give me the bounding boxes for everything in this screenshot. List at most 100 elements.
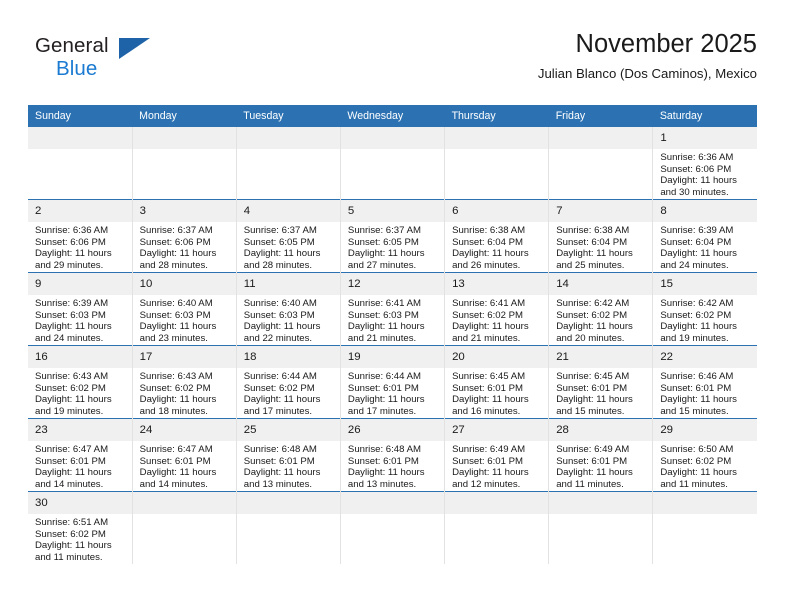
sunset-text: Sunset: 6:06 PM [660, 163, 732, 175]
calendar-cell-day[interactable]: 1 Sunrise: 6:36 AM Sunset: 6:06 PM Daylight… [652, 127, 757, 200]
sunset-text: Sunset: 6:03 PM [139, 309, 211, 321]
daylight-text-line2: and 29 minutes. [35, 259, 104, 271]
calendar-cell-day[interactable]: 19 Sunrise: 6:44 AM Sunset: 6:01 PM Dayligh… [340, 345, 446, 419]
day-number: 23 [28, 419, 132, 441]
calendar-cell-day[interactable]: 27 Sunrise: 6:49 AM Sunset: 6:01 PM Dayligh… [444, 418, 550, 492]
calendar-cell-inner: 28 Sunrise: 6:49 AM Sunset: 6:01 PM Dayligh… [549, 419, 653, 491]
sunrise-text: Sunrise: 6:36 AM [660, 152, 734, 163]
calendar-cell-day[interactable]: 8 Sunrise: 6:39 AM Sunset: 6:04 PM Daylight… [652, 199, 757, 273]
calendar-cell-day[interactable]: 10 Sunrise: 6:40 AM Sunset: 6:03 PM Dayligh… [132, 272, 237, 346]
day-number: 29 [653, 419, 757, 441]
daylight-text-line1: Daylight: 11 hours [243, 248, 321, 260]
calendar-cell-day[interactable]: 15 Sunrise: 6:42 AM Sunset: 6:02 PM Dayligh… [652, 272, 757, 346]
day-details: Sunrise: 6:43 AM Sunset: 6:02 PM Daylight:… [133, 368, 236, 417]
daylight-text-line2: and 19 minutes. [660, 332, 729, 344]
calendar-cell-day[interactable]: 17 Sunrise: 6:43 AM Sunset: 6:02 PM Dayligh… [132, 345, 237, 419]
day-number [132, 492, 236, 514]
calendar-cell-day[interactable]: 6 Sunrise: 6:38 AM Sunset: 6:04 PM Daylight… [444, 199, 550, 273]
calendar-cell-day[interactable]: 24 Sunrise: 6:47 AM Sunset: 6:01 PM Dayligh… [132, 418, 237, 492]
calendar-cell-day[interactable]: 20 Sunrise: 6:45 AM Sunset: 6:01 PM Dayligh… [444, 345, 550, 419]
logo-text-general: General [35, 34, 109, 57]
calendar-cell-day[interactable]: 11 Sunrise: 6:40 AM Sunset: 6:03 PM Dayligh… [236, 272, 341, 346]
calendar-cell-day[interactable]: 18 Sunrise: 6:44 AM Sunset: 6:02 PM Dayligh… [236, 345, 341, 419]
day-details: Sunrise: 6:46 AM Sunset: 6:01 PM Daylight:… [653, 368, 757, 417]
sunset-text: Sunset: 6:02 PM [139, 382, 211, 394]
daylight-text-line1: Daylight: 11 hours [556, 394, 633, 406]
calendar-cell-day[interactable]: 26 Sunrise: 6:48 AM Sunset: 6:01 PM Dayligh… [340, 418, 446, 492]
day-number: 6 [445, 200, 549, 222]
daylight-text-line2: and 12 minutes. [452, 478, 521, 490]
calendar-cell-day[interactable]: 7 Sunrise: 6:38 AM Sunset: 6:04 PM Daylight… [548, 199, 654, 273]
daylight-text-line1: Daylight: 11 hours [452, 467, 529, 479]
general-blue-logo[interactable]: General Blue [35, 34, 245, 92]
daylight-text-line2: and 15 minutes. [660, 405, 729, 417]
calendar-cell-day[interactable]: 9 Sunrise: 6:39 AM Sunset: 6:03 PM Daylight… [28, 272, 133, 346]
calendar-cell-day[interactable]: 22 Sunrise: 6:46 AM Sunset: 6:01 PM Dayligh… [652, 345, 757, 419]
calendar-cell-day[interactable]: 29 Sunrise: 6:50 AM Sunset: 6:02 PM Dayligh… [652, 418, 757, 492]
calendar-cell-inner [445, 492, 549, 564]
sunset-text: Sunset: 6:02 PM [243, 382, 315, 394]
daylight-text-line1: Daylight: 11 hours [35, 394, 112, 406]
sunrise-text: Sunrise: 6:37 AM [139, 225, 213, 236]
sunrise-text: Sunrise: 6:44 AM [347, 371, 421, 382]
calendar-cell-day[interactable]: 25 Sunrise: 6:48 AM Sunset: 6:01 PM Dayligh… [236, 418, 341, 492]
calendar-cell-day[interactable]: 4 Sunrise: 6:37 AM Sunset: 6:05 PM Daylight… [236, 199, 341, 273]
daylight-text-line2: and 24 minutes. [35, 332, 104, 344]
sunset-text: Sunset: 6:01 PM [243, 455, 315, 467]
sunrise-text: Sunrise: 6:49 AM [556, 444, 630, 455]
calendar-cell-day[interactable]: 21 Sunrise: 6:45 AM Sunset: 6:01 PM Dayligh… [548, 345, 654, 419]
day-number: 28 [549, 419, 653, 441]
calendar-cell-day[interactable]: 14 Sunrise: 6:42 AM Sunset: 6:02 PM Dayligh… [548, 272, 654, 346]
day-number [445, 492, 549, 514]
sunrise-text: Sunrise: 6:47 AM [139, 444, 213, 455]
sunset-text: Sunset: 6:05 PM [243, 236, 315, 248]
day-number [132, 127, 236, 149]
calendar-cell-inner: 16 Sunrise: 6:43 AM Sunset: 6:02 PM Dayligh… [28, 346, 132, 418]
calendar-cell-day[interactable]: 3 Sunrise: 6:37 AM Sunset: 6:06 PM Daylight… [132, 199, 237, 273]
calendar-cell-day[interactable]: 23 Sunrise: 6:47 AM Sunset: 6:01 PM Dayligh… [28, 418, 133, 492]
calendar-cell-empty [444, 127, 550, 200]
day-number: 27 [445, 419, 549, 441]
calendar-cell-inner: 15 Sunrise: 6:42 AM Sunset: 6:02 PM Dayligh… [653, 273, 757, 345]
day-details: Sunrise: 6:48 AM Sunset: 6:01 PM Daylight:… [341, 441, 444, 490]
calendar-cell-day[interactable]: 16 Sunrise: 6:43 AM Sunset: 6:02 PM Dayligh… [28, 345, 133, 419]
daylight-text-line1: Daylight: 11 hours [660, 321, 737, 333]
sunrise-text: Sunrise: 6:37 AM [243, 225, 317, 236]
calendar-week-row: 30 Sunrise: 6:51 AM Sunset: 6:02 PM Dayligh… [28, 491, 757, 564]
calendar-cell-day[interactable]: 5 Sunrise: 6:37 AM Sunset: 6:05 PM Daylight… [340, 199, 446, 273]
triangle-flag-icon [119, 38, 150, 59]
calendar-cell-day[interactable]: 2 Sunrise: 6:36 AM Sunset: 6:06 PM Daylight… [28, 199, 133, 273]
daylight-text-line2: and 17 minutes. [347, 405, 417, 417]
calendar-cell-inner [549, 492, 653, 564]
daylight-text-line2: and 13 minutes. [243, 478, 313, 490]
sunset-text: Sunset: 6:01 PM [452, 382, 523, 394]
day-number [236, 127, 340, 149]
day-number [340, 127, 445, 149]
calendar-cell-inner: 25 Sunrise: 6:48 AM Sunset: 6:01 PM Dayligh… [236, 419, 340, 491]
sunset-text: Sunset: 6:06 PM [139, 236, 211, 248]
sunset-text: Sunset: 6:02 PM [660, 455, 732, 467]
daylight-text-line2: and 11 minutes. [660, 478, 728, 490]
daylight-text-line2: and 27 minutes. [347, 259, 417, 271]
sunset-text: Sunset: 6:04 PM [660, 236, 732, 248]
daylight-text-line1: Daylight: 11 hours [660, 175, 737, 187]
calendar-cell-inner: 27 Sunrise: 6:49 AM Sunset: 6:01 PM Dayligh… [445, 419, 549, 491]
calendar-cell-day[interactable]: 30 Sunrise: 6:51 AM Sunset: 6:02 PM Dayligh… [28, 491, 133, 564]
daylight-text-line1: Daylight: 11 hours [139, 321, 217, 333]
calendar-cell-day[interactable]: 12 Sunrise: 6:41 AM Sunset: 6:03 PM Dayligh… [340, 272, 446, 346]
day-details: Sunrise: 6:41 AM Sunset: 6:03 PM Daylight:… [341, 295, 444, 344]
daylight-text-line1: Daylight: 11 hours [556, 248, 633, 260]
calendar-cell-day[interactable]: 28 Sunrise: 6:49 AM Sunset: 6:01 PM Dayligh… [548, 418, 654, 492]
daylight-text-line1: Daylight: 11 hours [452, 394, 529, 406]
sunrise-text: Sunrise: 6:39 AM [660, 225, 734, 236]
daylight-text-line1: Daylight: 11 hours [660, 467, 737, 479]
sunrise-text: Sunrise: 6:38 AM [556, 225, 630, 236]
calendar-cell-day[interactable]: 13 Sunrise: 6:41 AM Sunset: 6:02 PM Dayligh… [444, 272, 550, 346]
day-number: 7 [549, 200, 653, 222]
calendar-cell-empty [340, 127, 446, 200]
sunset-text: Sunset: 6:03 PM [347, 309, 419, 321]
calendar-cell-inner [340, 127, 445, 199]
calendar-cell-empty [132, 127, 237, 200]
calendar-cell-inner [653, 492, 757, 564]
day-details: Sunrise: 6:44 AM Sunset: 6:02 PM Daylight:… [237, 368, 340, 417]
